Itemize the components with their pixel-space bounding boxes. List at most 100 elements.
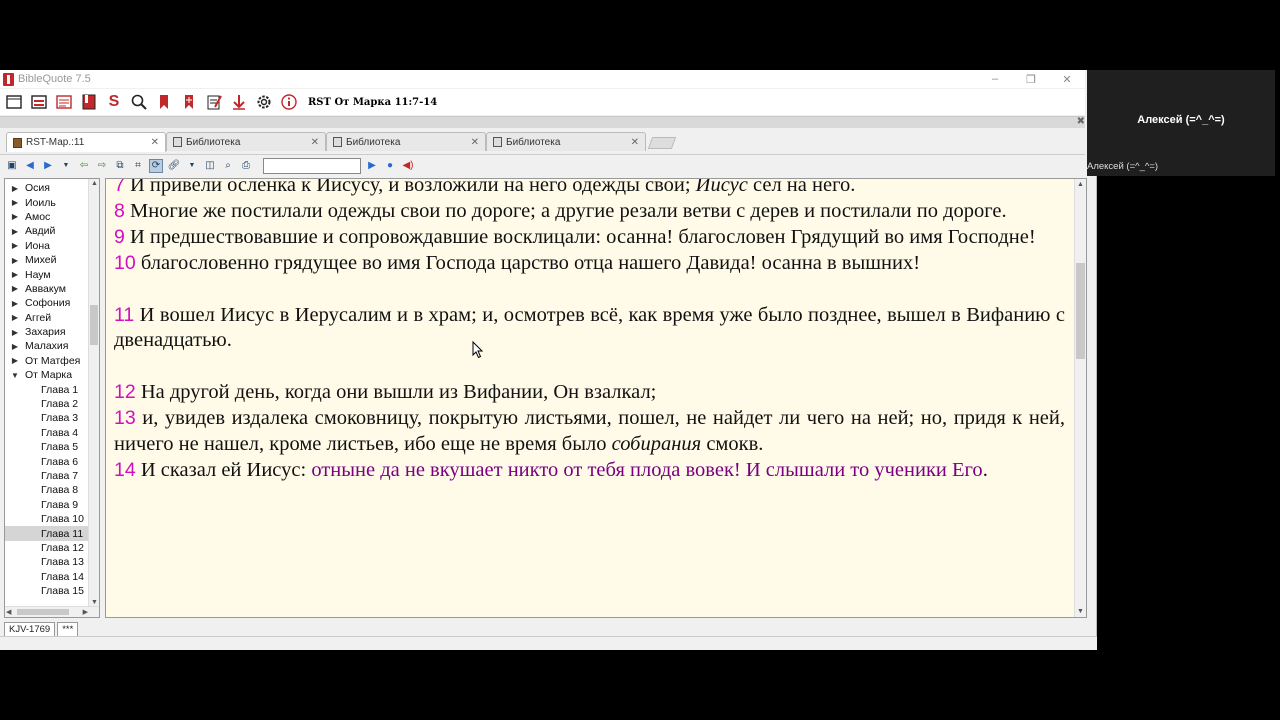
minimize-button[interactable]: – [977, 70, 1013, 88]
scroll-thumb[interactable] [17, 609, 69, 615]
tree-chapter-item[interactable]: Глава 7 [5, 469, 89, 483]
tree-book-item[interactable]: ▶ Амос [5, 210, 89, 224]
tree-chapter-item[interactable]: Глава 2 [5, 397, 89, 411]
expand-arrow-icon[interactable]: ▶ [5, 198, 25, 207]
scroll-down-icon[interactable]: ▼ [1077, 608, 1084, 615]
tree-chapter-item[interactable]: Глава 12 [5, 541, 89, 555]
tree-chapter-item[interactable]: Глава 14 [5, 570, 89, 584]
tab-close-icon[interactable]: ✕ [311, 137, 319, 148]
parallel-view-icon[interactable]: ◫ [203, 159, 217, 173]
info-small-icon[interactable]: ● [383, 159, 397, 173]
tree-chapter-item[interactable]: Глава 6 [5, 454, 89, 468]
audio-icon[interactable]: ◀) [401, 159, 415, 173]
tree-book-item[interactable]: ▶ Софония [5, 296, 89, 310]
tree-chapter-item[interactable]: Глава 1 [5, 382, 89, 396]
tab-library-2[interactable]: Библиотека ✕ [326, 132, 486, 151]
scroll-up-icon[interactable]: ▲ [91, 180, 98, 187]
verse-number[interactable]: 12 [114, 381, 136, 403]
info-icon[interactable] [279, 92, 299, 112]
expand-arrow-icon[interactable]: ▶ [5, 212, 25, 221]
notes-icon[interactable] [54, 92, 74, 112]
verse-number[interactable]: 13 [114, 407, 136, 429]
tree-chapter-item[interactable]: Глава 10 [5, 512, 89, 526]
verse-number[interactable]: 9 [114, 226, 125, 248]
history-dropdown-icon[interactable]: ▼ [59, 159, 73, 173]
tree-chapter-item[interactable]: Глава 13 [5, 555, 89, 569]
tree-chapter-item[interactable]: Глава 4 [5, 426, 89, 440]
maximize-button[interactable]: ❐ [1013, 70, 1049, 88]
tab-close-icon[interactable]: ✕ [151, 137, 159, 148]
scroll-right-icon[interactable]: ▶ [83, 608, 88, 616]
tree-book-item[interactable]: ▶ Малахия [5, 339, 89, 353]
expand-arrow-icon[interactable]: ▶ [5, 299, 25, 308]
module-tab-kjv[interactable]: KJV-1769 [4, 622, 56, 637]
expand-arrow-icon[interactable]: ▶ [5, 313, 25, 322]
tree-chapter-item[interactable]: Глава 5 [5, 440, 89, 454]
module-tab-more[interactable]: *** [57, 622, 79, 637]
find-in-text-icon[interactable]: ⌕ [221, 159, 235, 173]
print-icon[interactable]: ⎙ [239, 159, 253, 173]
toggle-panel-icon[interactable]: ▣ [5, 159, 19, 173]
back-icon[interactable]: ◀ [23, 159, 37, 173]
tree-chapter-item[interactable]: Глава 3 [5, 411, 89, 425]
prev-chapter-icon[interactable]: ⇦ [77, 159, 91, 173]
tree-book-item[interactable]: ▶ Наум [5, 267, 89, 281]
tab-close-icon[interactable]: ✕ [631, 137, 639, 148]
verse-number[interactable]: 7 [114, 179, 125, 196]
tree-book-item[interactable]: ▶ Осия [5, 181, 89, 195]
expand-arrow-icon[interactable]: ▶ [5, 356, 25, 365]
tree-vertical-scrollbar[interactable]: ▲ ▼ [88, 179, 99, 607]
expand-arrow-icon[interactable]: ▶ [5, 227, 25, 236]
sync-icon[interactable]: ⟳ [149, 158, 163, 173]
verse-number[interactable]: 14 [114, 459, 136, 481]
bookmark-add-icon[interactable] [179, 92, 199, 112]
scroll-thumb[interactable] [1076, 263, 1085, 359]
new-tab-button[interactable] [647, 137, 677, 149]
expand-arrow-icon[interactable]: ▶ [5, 328, 25, 337]
strong-icon[interactable]: S [104, 92, 124, 112]
verse-number[interactable]: 11 [114, 304, 134, 326]
download-icon[interactable] [229, 92, 249, 112]
library-icon[interactable] [29, 92, 49, 112]
tree-book-item[interactable]: ▶ Захария [5, 325, 89, 339]
scroll-down-icon[interactable]: ▼ [91, 599, 98, 606]
tab-rst-mark[interactable]: RST-Мар.:11 ✕ [6, 132, 166, 152]
window-icon[interactable] [4, 92, 24, 112]
memo-icon[interactable] [204, 92, 224, 112]
tree-book-item[interactable]: ▶ От Матфея [5, 354, 89, 368]
scroll-up-icon[interactable]: ▲ [1077, 181, 1084, 188]
quick-search-input[interactable] [263, 157, 361, 174]
collapse-arrow-icon[interactable]: ▼ [5, 371, 25, 380]
bookmark-icon[interactable] [154, 92, 174, 112]
link-dropdown-icon[interactable]: ▼ [185, 159, 199, 173]
tree-book-item-expanded[interactable]: ▼ От Марка [5, 368, 89, 382]
next-chapter-icon[interactable]: ⇨ [95, 159, 109, 173]
expand-arrow-icon[interactable]: ▶ [5, 270, 25, 279]
tree-chapter-item[interactable]: Глава 11 [5, 526, 89, 541]
close-panel-icon[interactable]: ✖ [1077, 116, 1085, 127]
scroll-thumb[interactable] [90, 305, 98, 345]
copy-icon[interactable]: ⧉ [113, 159, 127, 173]
settings-icon[interactable] [254, 92, 274, 112]
tab-library-3[interactable]: Библиотека ✕ [486, 132, 646, 151]
expand-arrow-icon[interactable]: ▶ [5, 284, 25, 293]
verse-number[interactable]: 10 [114, 252, 136, 274]
tree-book-item[interactable]: ▶ Аввакум [5, 282, 89, 296]
tab-close-icon[interactable]: ✕ [471, 137, 479, 148]
expand-arrow-icon[interactable]: ▶ [5, 241, 25, 250]
link-icon[interactable]: 🔗︎ [167, 159, 181, 173]
scroll-left-icon[interactable]: ◀ [6, 608, 11, 616]
tree-book-item[interactable]: ▶ Аггей [5, 311, 89, 325]
tree-chapter-item[interactable]: Глава 9 [5, 498, 89, 512]
search-icon[interactable] [129, 92, 149, 112]
tree-book-item[interactable]: ▶ Михей [5, 253, 89, 267]
tree-chapter-item[interactable]: Глава 15 [5, 584, 89, 598]
strong-numbers-icon[interactable]: ⌗ [131, 159, 145, 173]
bible-text-pane[interactable]: 7 И привели осленка к Иисусу, и возложил… [105, 178, 1087, 618]
close-button[interactable]: ✕ [1049, 70, 1085, 88]
tree-book-item[interactable]: ▶ Иона [5, 239, 89, 253]
tree-chapter-item[interactable]: Глава 8 [5, 483, 89, 497]
expand-arrow-icon[interactable]: ▶ [5, 184, 25, 193]
expand-arrow-icon[interactable]: ▶ [5, 342, 25, 351]
tree-horizontal-scrollbar[interactable]: ◀ ▶ [5, 606, 99, 617]
